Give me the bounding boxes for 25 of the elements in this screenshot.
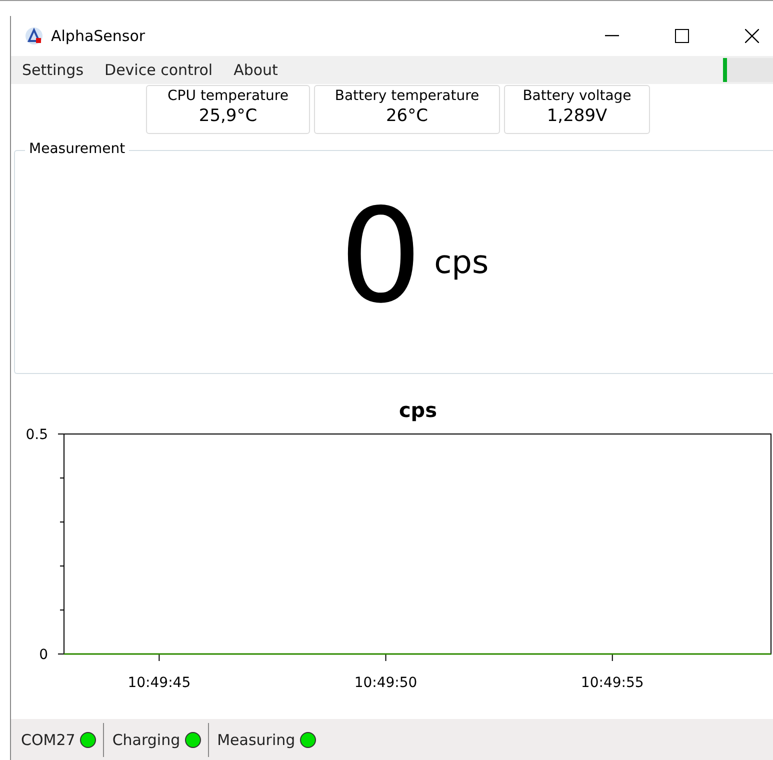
reading-label: Battery temperature bbox=[334, 88, 480, 104]
y-tick-label: 0 bbox=[39, 647, 48, 663]
measurement-value: 0 bbox=[339, 191, 422, 321]
maximize-icon[interactable] bbox=[675, 29, 689, 43]
reading-label: CPU temperature bbox=[168, 88, 288, 104]
reading-value: 25,9°C bbox=[198, 106, 258, 126]
menu-item[interactable]: Settings bbox=[22, 61, 84, 79]
x-tick-label: 10:49:45 bbox=[128, 675, 191, 691]
status-label: Charging bbox=[112, 731, 180, 749]
status-label: Measuring bbox=[217, 731, 296, 749]
reading-label: Battery voltage bbox=[522, 88, 632, 104]
app-logo-icon bbox=[25, 27, 43, 45]
minimize-icon[interactable] bbox=[605, 35, 619, 37]
reading-value: 1,289V bbox=[546, 106, 608, 126]
status-label: COM27 bbox=[21, 731, 76, 749]
window-title: AlphaSensor bbox=[51, 27, 146, 45]
y-tick-label: 0.5 bbox=[26, 427, 48, 443]
menu-item[interactable]: Device control bbox=[104, 61, 213, 79]
close-icon[interactable] bbox=[745, 29, 759, 43]
measurement-unit: cps bbox=[434, 243, 489, 281]
chart-title: cps bbox=[398, 398, 438, 422]
x-tick-label: 10:49:55 bbox=[580, 675, 644, 691]
x-tick-label: 10:49:50 bbox=[354, 675, 418, 691]
reading-value: 26°C bbox=[386, 106, 428, 126]
menu-item[interactable]: About bbox=[234, 61, 278, 79]
